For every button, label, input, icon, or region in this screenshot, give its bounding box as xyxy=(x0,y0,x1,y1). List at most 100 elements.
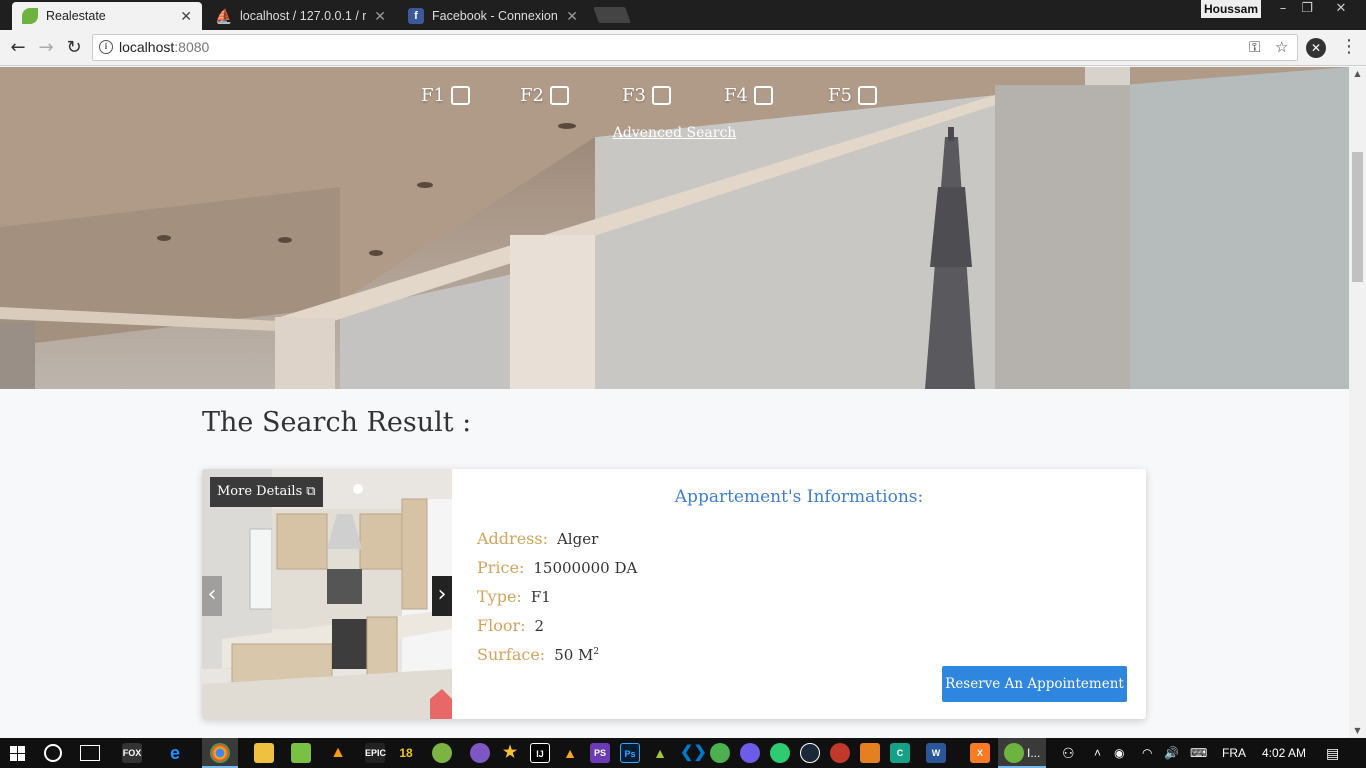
checkbox[interactable] xyxy=(857,86,877,105)
apartment-photo-carousel: More Details ⧉ ‹ › xyxy=(202,469,452,719)
address-bar[interactable]: i localhost:8080 ⚿ ☆ xyxy=(92,34,1298,61)
external-link-icon: ⧉ xyxy=(306,484,316,499)
profile-button[interactable]: Houssam xyxy=(1201,0,1261,18)
floor-row: Floor: 2 xyxy=(477,616,544,635)
windows-start-icon[interactable] xyxy=(10,746,26,762)
app-icon[interactable]: C xyxy=(890,743,910,763)
scroll-down-icon[interactable]: ▼ xyxy=(1349,724,1366,738)
tab-realestate[interactable]: Realestate ✕ xyxy=(12,2,202,30)
epic-icon[interactable]: EPIC xyxy=(365,743,386,763)
app-icon[interactable] xyxy=(860,743,880,763)
price-value: 15000000 DA xyxy=(533,559,638,577)
fox-icon[interactable]: FOX xyxy=(122,743,142,763)
cortana-icon[interactable] xyxy=(44,744,62,762)
key-icon[interactable]: ⚿ xyxy=(1249,38,1260,56)
checkbox[interactable] xyxy=(651,86,671,105)
advanced-search-link[interactable]: Advenced Search xyxy=(0,125,1349,141)
wifi-icon[interactable]: ◠ xyxy=(1142,738,1152,768)
chrome-icon[interactable] xyxy=(210,743,230,763)
volume-icon[interactable]: 🔊 xyxy=(1164,738,1179,768)
url-text: localhost:8080 xyxy=(119,39,210,55)
restore-icon[interactable]: ❐ xyxy=(1292,0,1322,18)
app-icon[interactable]: ▲ xyxy=(560,743,580,763)
windows-taskbar: FOX e ▲ EPIC 18 ★ IJ ▲ PS Ps ▲ ❮❯ C W X … xyxy=(0,738,1366,768)
chevron-up-icon[interactable]: ˄ xyxy=(1094,738,1101,768)
address-label: Address: xyxy=(477,529,548,548)
star-icon[interactable]: ★ xyxy=(500,743,520,763)
close-window-icon[interactable]: ✕ xyxy=(1326,0,1356,18)
intellij-icon[interactable]: IJ xyxy=(530,743,550,763)
android-icon[interactable] xyxy=(432,743,452,763)
app-icon[interactable] xyxy=(770,743,790,763)
checkbox[interactable] xyxy=(753,86,773,105)
photoshop-icon[interactable]: Ps xyxy=(620,743,640,763)
carousel-prev-icon[interactable]: ‹ xyxy=(202,576,222,616)
extension-icon[interactable]: ✕ xyxy=(1306,38,1326,58)
checkbox[interactable] xyxy=(450,86,470,105)
18-icon[interactable]: 18 xyxy=(396,743,416,763)
hero-banner: F1 F2 F3 F4 F5 Advenced Search xyxy=(0,67,1349,389)
floor-label: F4 xyxy=(724,85,748,106)
new-tab-button[interactable] xyxy=(593,7,631,23)
app-icon[interactable] xyxy=(740,743,760,763)
scroll-thumb[interactable] xyxy=(1352,152,1363,282)
floor-filter-f2[interactable]: F2 xyxy=(520,85,569,106)
floor-filter-f4[interactable]: F4 xyxy=(724,85,773,106)
floor-filter-f3[interactable]: F3 xyxy=(622,85,671,106)
menu-icon[interactable]: ⋮ xyxy=(1340,36,1358,57)
tab-title: Facebook - Connexion ou xyxy=(432,9,558,23)
reload-icon[interactable]: ↻ xyxy=(62,36,86,60)
spring-icon[interactable] xyxy=(1004,743,1024,763)
more-details-button[interactable]: More Details ⧉ xyxy=(210,477,323,507)
close-tab-icon[interactable]: ✕ xyxy=(374,8,386,25)
floor-filter-f5[interactable]: F5 xyxy=(828,85,877,106)
app-icon[interactable] xyxy=(830,743,850,763)
task-view-icon[interactable] xyxy=(80,745,100,761)
forward-arrow-icon[interactable]: → xyxy=(34,36,58,60)
checkbox[interactable] xyxy=(549,86,569,105)
type-row: Type: F1 xyxy=(477,587,551,606)
active-app-label[interactable]: I... xyxy=(1027,738,1040,768)
surface-value: 50 M2 xyxy=(554,646,600,664)
keyboard-icon[interactable]: ⌨ xyxy=(1190,738,1207,768)
edge-icon[interactable]: e xyxy=(165,743,185,763)
info-title: Appartement's Informations: xyxy=(674,487,924,507)
steam-tray-icon[interactable]: ◉ xyxy=(1114,738,1124,768)
steam-icon[interactable] xyxy=(800,743,820,763)
floor-filter-f1[interactable]: F1 xyxy=(421,85,470,106)
floor-label: F1 xyxy=(421,85,445,106)
page-scrollbar[interactable]: ▲ ▼ xyxy=(1349,67,1366,738)
star-icon[interactable]: ☆ xyxy=(1275,38,1288,56)
vscode-icon[interactable]: ❮❯ xyxy=(680,743,707,763)
android-icon[interactable]: ▲ xyxy=(650,743,670,763)
results-title: The Search Result : xyxy=(202,407,472,438)
carousel-next-icon[interactable]: › xyxy=(432,576,452,616)
scroll-up-icon[interactable]: ▲ xyxy=(1349,67,1366,81)
xampp-icon[interactable]: X xyxy=(970,743,990,763)
floor-filters: F1 F2 F3 F4 F5 xyxy=(0,85,1349,111)
info-icon[interactable]: i xyxy=(99,40,113,54)
phpstorm-icon[interactable]: PS xyxy=(590,743,610,763)
people-icon[interactable]: ⚇ xyxy=(1062,738,1075,768)
clock[interactable]: 4:02 AM xyxy=(1262,738,1306,768)
close-tab-icon[interactable]: ✕ xyxy=(566,8,578,25)
action-center-icon[interactable]: ▤ xyxy=(1326,738,1339,768)
back-arrow-icon[interactable]: ← xyxy=(6,36,30,60)
browser-tab-bar: Realestate ✕ ⛵ localhost / 127.0.0.1 / r… xyxy=(0,0,1366,30)
tab-title: Realestate xyxy=(46,9,106,23)
word-icon[interactable]: W xyxy=(926,743,946,763)
language-indicator[interactable]: FRA xyxy=(1222,738,1246,768)
spring-leaf-icon xyxy=(22,8,38,24)
app-icon[interactable] xyxy=(470,743,490,763)
more-details-label: More Details xyxy=(217,484,303,499)
explorer-icon[interactable] xyxy=(254,743,274,763)
tab-phpmyadmin[interactable]: ⛵ localhost / 127.0.0.1 / rea ✕ xyxy=(206,2,396,30)
reserve-appointment-button[interactable]: Reserve An Appointement xyxy=(942,666,1127,702)
app-icon[interactable] xyxy=(710,743,730,763)
tab-facebook[interactable]: f Facebook - Connexion ou ✕ xyxy=(398,2,588,30)
android-studio-icon[interactable] xyxy=(291,743,311,763)
vlc-icon[interactable]: ▲ xyxy=(328,743,348,763)
facebook-icon: f xyxy=(408,8,424,24)
browser-toolbar: ← → ↻ i localhost:8080 ⚿ ☆ ✕ ⋮ xyxy=(0,30,1366,66)
close-tab-icon[interactable]: ✕ xyxy=(180,8,192,25)
